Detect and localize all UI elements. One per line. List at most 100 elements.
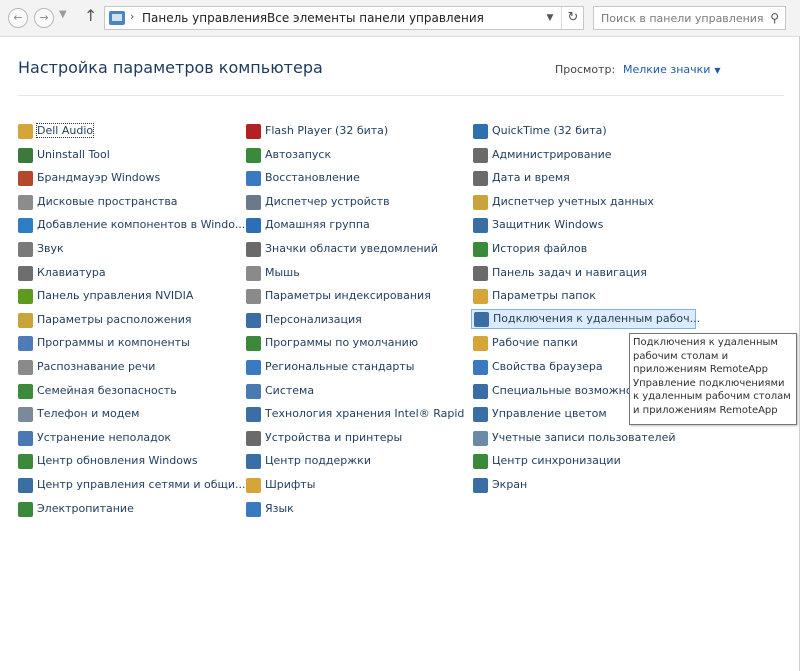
control-panel-item[interactable]: Защитник Windows: [473, 216, 698, 236]
control-panel-item-label: Шрифты: [265, 478, 316, 491]
device-manager-icon: [246, 194, 261, 210]
control-panel-item[interactable]: Центр управления сетями и общи...: [18, 476, 246, 496]
speaker-icon: [18, 124, 33, 139]
control-panel-item-label: Телефон и модем: [37, 407, 140, 421]
control-panel-item-label: Электропитание: [37, 501, 134, 515]
control-panel-item[interactable]: Uninstall Tool: [18, 146, 228, 166]
control-panel-item[interactable]: Центр обновления Windows: [18, 452, 228, 472]
control-panel-item-label: Добавление компонентов в Windo...: [37, 218, 246, 232]
back-button[interactable]: ←: [8, 8, 28, 28]
control-panel-item[interactable]: Экран: [473, 476, 698, 496]
control-panel-item[interactable]: Центр синхронизации: [473, 452, 698, 472]
breadcrumb-separator-icon[interactable]: ›: [455, 10, 459, 23]
sound-icon: [18, 242, 33, 257]
control-panel-item[interactable]: Параметры папок: [473, 287, 698, 307]
refresh-icon: ↻: [567, 10, 579, 25]
control-panel-item[interactable]: Параметры индексирования: [246, 287, 466, 307]
divider: [18, 95, 784, 96]
control-panel-item[interactable]: Система: [246, 382, 466, 402]
control-panel-item[interactable]: QuickTime (32 бита): [473, 122, 698, 142]
taskbar-icon: [473, 265, 488, 281]
control-panel-item[interactable]: Автозапуск: [246, 146, 466, 166]
control-panel-item[interactable]: Панель управления NVIDIA: [18, 287, 228, 307]
update-icon: [18, 454, 33, 470]
control-panel-item[interactable]: Дата и время: [473, 169, 698, 189]
control-panel-item[interactable]: Панель задач и навигация: [473, 264, 698, 284]
control-panel-item-label: Dell Audio: [35, 123, 95, 138]
phone-icon: [18, 407, 33, 423]
credentials-icon: [473, 194, 488, 210]
control-panel-item[interactable]: Шрифты: [246, 476, 466, 496]
control-panel-item[interactable]: Программы по умолчанию: [246, 334, 466, 354]
homegroup-icon: [246, 218, 261, 234]
breadcrumb-separator-icon[interactable]: ›: [130, 10, 134, 23]
control-panel-item[interactable]: Программы и компоненты: [18, 334, 228, 354]
control-panel-item-label: Панель задач и навигация: [492, 265, 647, 279]
control-panel-item-label: Uninstall Tool: [37, 147, 110, 161]
keyboard-icon: [18, 265, 33, 281]
address-history-dropdown-icon[interactable]: ▼: [541, 10, 559, 26]
users-icon: [473, 430, 488, 446]
view-by-dropdown[interactable]: Мелкие значки ▼: [623, 63, 721, 76]
chevron-down-icon[interactable]: ▼: [714, 66, 720, 75]
control-panel-item-label: Клавиатура: [37, 265, 106, 279]
control-panel-item[interactable]: Параметры расположения: [18, 311, 228, 331]
control-panel-item[interactable]: Администрирование: [473, 146, 698, 166]
control-panel-item[interactable]: Flash Player (32 бита): [246, 122, 466, 142]
flash-icon: [246, 124, 261, 139]
control-panel-item[interactable]: Дисковые пространства: [18, 193, 228, 213]
recent-pages-chevron-icon[interactable]: ▼: [59, 9, 67, 20]
control-panel-item[interactable]: Восстановление: [246, 169, 466, 189]
up-arrow-icon: ↑: [84, 6, 98, 25]
control-panel-item[interactable]: Региональные стандарты: [246, 358, 466, 378]
folder-options-icon: [473, 289, 488, 305]
control-panel-item-label: Администрирование: [492, 147, 612, 161]
control-panel-item[interactable]: Диспетчер учетных данных: [473, 193, 698, 213]
forward-button[interactable]: →: [34, 8, 54, 28]
control-panel-item[interactable]: Брандмауэр Windows: [18, 169, 228, 189]
refresh-button[interactable]: ↻: [561, 7, 584, 29]
defender-icon: [473, 218, 488, 234]
control-panel-item[interactable]: Диспетчер устройств: [246, 193, 466, 213]
control-panel-item[interactable]: Подключения к удаленным рабоч...: [471, 308, 700, 329]
control-panel-item[interactable]: Звук: [18, 240, 228, 260]
control-panel-item[interactable]: Семейная безопасность: [18, 382, 228, 402]
breadcrumb-control-panel[interactable]: Панель управления: [142, 11, 267, 25]
tooltip-title: Подключения к удаленным рабочим столам и…: [633, 337, 778, 375]
control-panel-item[interactable]: Добавление компонентов в Windo...: [18, 216, 245, 236]
view-by-value[interactable]: Мелкие значки: [623, 63, 710, 76]
mouse-icon: [246, 265, 261, 281]
control-panel-item[interactable]: Центр поддержки: [246, 452, 466, 472]
breadcrumb-all-items[interactable]: Все элементы панели управления: [267, 11, 484, 25]
search-box[interactable]: Поиск в панели управления ⚲: [593, 6, 786, 30]
control-panel-item-label: Мышь: [265, 265, 300, 279]
control-panel-item-label: Защитник Windows: [492, 218, 604, 232]
disk-icon: [18, 194, 33, 210]
control-panel-item-label: Дата и время: [492, 171, 570, 185]
control-panel-item-label: QuickTime (32 бита): [492, 124, 607, 137]
notification-icon: [246, 242, 261, 257]
breadcrumb-separator-icon[interactable]: ›: [256, 10, 260, 23]
control-panel-item-label: Параметры расположения: [37, 312, 192, 326]
control-panel-item[interactable]: Учетные записи пользователей: [473, 429, 698, 449]
address-bar[interactable]: › Панель управления › Все элементы панел…: [104, 6, 584, 30]
control-panel-item[interactable]: Распознавание речи: [18, 358, 228, 378]
up-button[interactable]: ↑: [84, 6, 97, 25]
control-panel-item[interactable]: История файлов: [473, 240, 698, 260]
search-input[interactable]: Поиск в панели управления: [601, 12, 764, 25]
control-panel-item[interactable]: Устройства и принтеры: [246, 429, 466, 449]
control-panel-item[interactable]: Значки области уведомлений: [246, 240, 466, 260]
control-panel-item[interactable]: Клавиатура: [18, 264, 228, 284]
sync-icon: [473, 454, 488, 470]
control-panel-item[interactable]: Мышь: [246, 264, 466, 284]
control-panel-item[interactable]: Телефон и модем: [18, 405, 228, 425]
search-icon[interactable]: ⚲: [770, 11, 779, 25]
control-panel-item[interactable]: Домашняя группа: [246, 216, 466, 236]
control-panel-item[interactable]: Персонализация: [246, 311, 466, 331]
control-panel-item[interactable]: Электропитание: [18, 500, 228, 520]
control-panel-item[interactable]: Устранение неполадок: [18, 429, 228, 449]
language-icon: [246, 501, 261, 517]
control-panel-item[interactable]: Язык: [246, 500, 466, 520]
control-panel-item[interactable]: Технология хранения Intel® Rapid: [246, 405, 466, 425]
control-panel-item[interactable]: Dell Audio: [18, 122, 228, 142]
